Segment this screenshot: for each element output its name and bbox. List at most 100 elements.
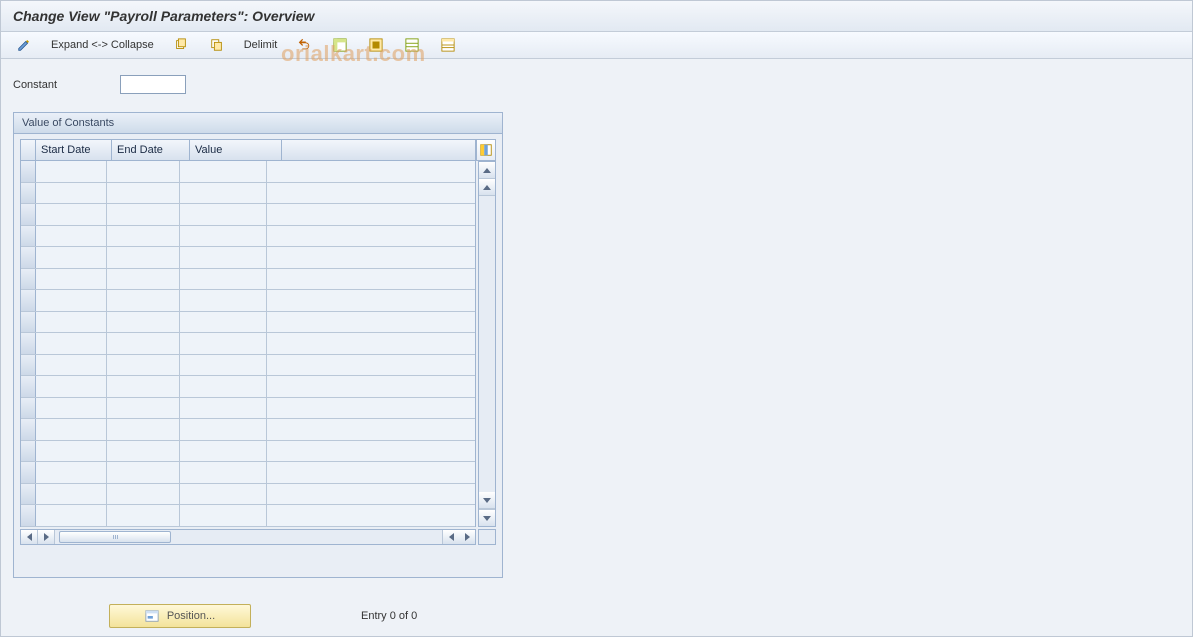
table-row[interactable] <box>21 376 475 398</box>
row-selector[interactable] <box>21 462 36 483</box>
cell-value[interactable] <box>180 290 267 311</box>
cell-value[interactable] <box>180 505 267 526</box>
table-row[interactable] <box>21 247 475 269</box>
scroll-right-button[interactable] <box>459 530 475 544</box>
cell-start-date[interactable] <box>36 484 107 505</box>
cell-value[interactable] <box>180 269 267 290</box>
cell-value[interactable] <box>180 376 267 397</box>
table-row[interactable] <box>21 505 475 527</box>
cell-end-date[interactable] <box>107 269 180 290</box>
cell-end-date[interactable] <box>107 290 180 311</box>
row-selector[interactable] <box>21 419 36 440</box>
table-row[interactable] <box>21 484 475 506</box>
row-selector[interactable] <box>21 247 36 268</box>
scroll-up-button[interactable] <box>479 162 495 179</box>
expand-collapse-button[interactable]: Expand <-> Collapse <box>45 39 160 51</box>
row-selector[interactable] <box>21 226 36 247</box>
cell-end-date[interactable] <box>107 183 180 204</box>
undo-button[interactable] <box>289 34 319 56</box>
cell-start-date[interactable] <box>36 269 107 290</box>
cell-value[interactable] <box>180 247 267 268</box>
table-row[interactable] <box>21 462 475 484</box>
cell-end-date[interactable] <box>107 376 180 397</box>
cell-end-date[interactable] <box>107 462 180 483</box>
delimit-button[interactable]: Delimit <box>238 39 284 51</box>
col-end-date[interactable]: End Date <box>112 140 190 160</box>
row-selector[interactable] <box>21 161 36 182</box>
scroll-left-button[interactable] <box>21 530 38 544</box>
cell-value[interactable] <box>180 161 267 182</box>
deselect-all-button[interactable] <box>397 34 427 56</box>
table-row[interactable] <box>21 441 475 463</box>
position-button[interactable]: Position... <box>109 604 251 628</box>
cell-value[interactable] <box>180 484 267 505</box>
cell-value[interactable] <box>180 333 267 354</box>
row-selector[interactable] <box>21 376 36 397</box>
cell-start-date[interactable] <box>36 441 107 462</box>
copy-button[interactable] <box>166 34 196 56</box>
row-selector[interactable] <box>21 398 36 419</box>
table-row[interactable] <box>21 290 475 312</box>
vertical-scrollbar[interactable] <box>478 161 496 527</box>
col-start-date[interactable]: Start Date <box>36 140 112 160</box>
cell-end-date[interactable] <box>107 355 180 376</box>
scroll-up-step-button[interactable] <box>479 179 495 196</box>
other-view-button[interactable] <box>9 34 39 56</box>
cell-end-date[interactable] <box>107 226 180 247</box>
cell-value[interactable] <box>180 312 267 333</box>
table-row[interactable] <box>21 161 475 183</box>
row-selector[interactable] <box>21 183 36 204</box>
cell-end-date[interactable] <box>107 204 180 225</box>
cell-start-date[interactable] <box>36 247 107 268</box>
cell-end-date[interactable] <box>107 398 180 419</box>
cell-start-date[interactable] <box>36 226 107 247</box>
cell-end-date[interactable] <box>107 161 180 182</box>
cell-end-date[interactable] <box>107 312 180 333</box>
cell-start-date[interactable] <box>36 183 107 204</box>
cell-value[interactable] <box>180 462 267 483</box>
cell-value[interactable] <box>180 441 267 462</box>
cell-value[interactable] <box>180 419 267 440</box>
cell-end-date[interactable] <box>107 333 180 354</box>
scroll-down-step-button[interactable] <box>479 492 495 509</box>
row-selector[interactable] <box>21 290 36 311</box>
vscroll-track[interactable] <box>479 196 495 492</box>
cell-start-date[interactable] <box>36 462 107 483</box>
table-row[interactable] <box>21 183 475 205</box>
table-row[interactable] <box>21 333 475 355</box>
cell-end-date[interactable] <box>107 505 180 526</box>
select-block-button[interactable] <box>361 34 391 56</box>
table-row[interactable] <box>21 226 475 248</box>
cell-end-date[interactable] <box>107 484 180 505</box>
cell-value[interactable] <box>180 183 267 204</box>
table-settings-button[interactable] <box>433 34 463 56</box>
row-selector[interactable] <box>21 269 36 290</box>
select-all-button[interactable] <box>325 34 355 56</box>
row-selector[interactable] <box>21 333 36 354</box>
select-all-header[interactable] <box>21 140 36 160</box>
cell-start-date[interactable] <box>36 161 107 182</box>
constant-input[interactable] <box>120 75 186 94</box>
row-selector[interactable] <box>21 484 36 505</box>
cell-end-date[interactable] <box>107 247 180 268</box>
cell-end-date[interactable] <box>107 441 180 462</box>
col-value[interactable]: Value <box>190 140 282 160</box>
copy-as-button[interactable] <box>202 34 232 56</box>
cell-start-date[interactable] <box>36 204 107 225</box>
table-row[interactable] <box>21 269 475 291</box>
table-row[interactable] <box>21 419 475 441</box>
cell-start-date[interactable] <box>36 376 107 397</box>
cell-value[interactable] <box>180 398 267 419</box>
table-row[interactable] <box>21 398 475 420</box>
row-selector[interactable] <box>21 441 36 462</box>
cell-start-date[interactable] <box>36 419 107 440</box>
scroll-left-step-button[interactable] <box>442 530 459 544</box>
scroll-down-button[interactable] <box>479 509 495 526</box>
cell-value[interactable] <box>180 355 267 376</box>
row-selector[interactable] <box>21 312 36 333</box>
cell-start-date[interactable] <box>36 312 107 333</box>
horizontal-scrollbar[interactable] <box>20 529 476 545</box>
cell-start-date[interactable] <box>36 290 107 311</box>
hscroll-thumb[interactable] <box>59 531 171 543</box>
table-row[interactable] <box>21 204 475 226</box>
